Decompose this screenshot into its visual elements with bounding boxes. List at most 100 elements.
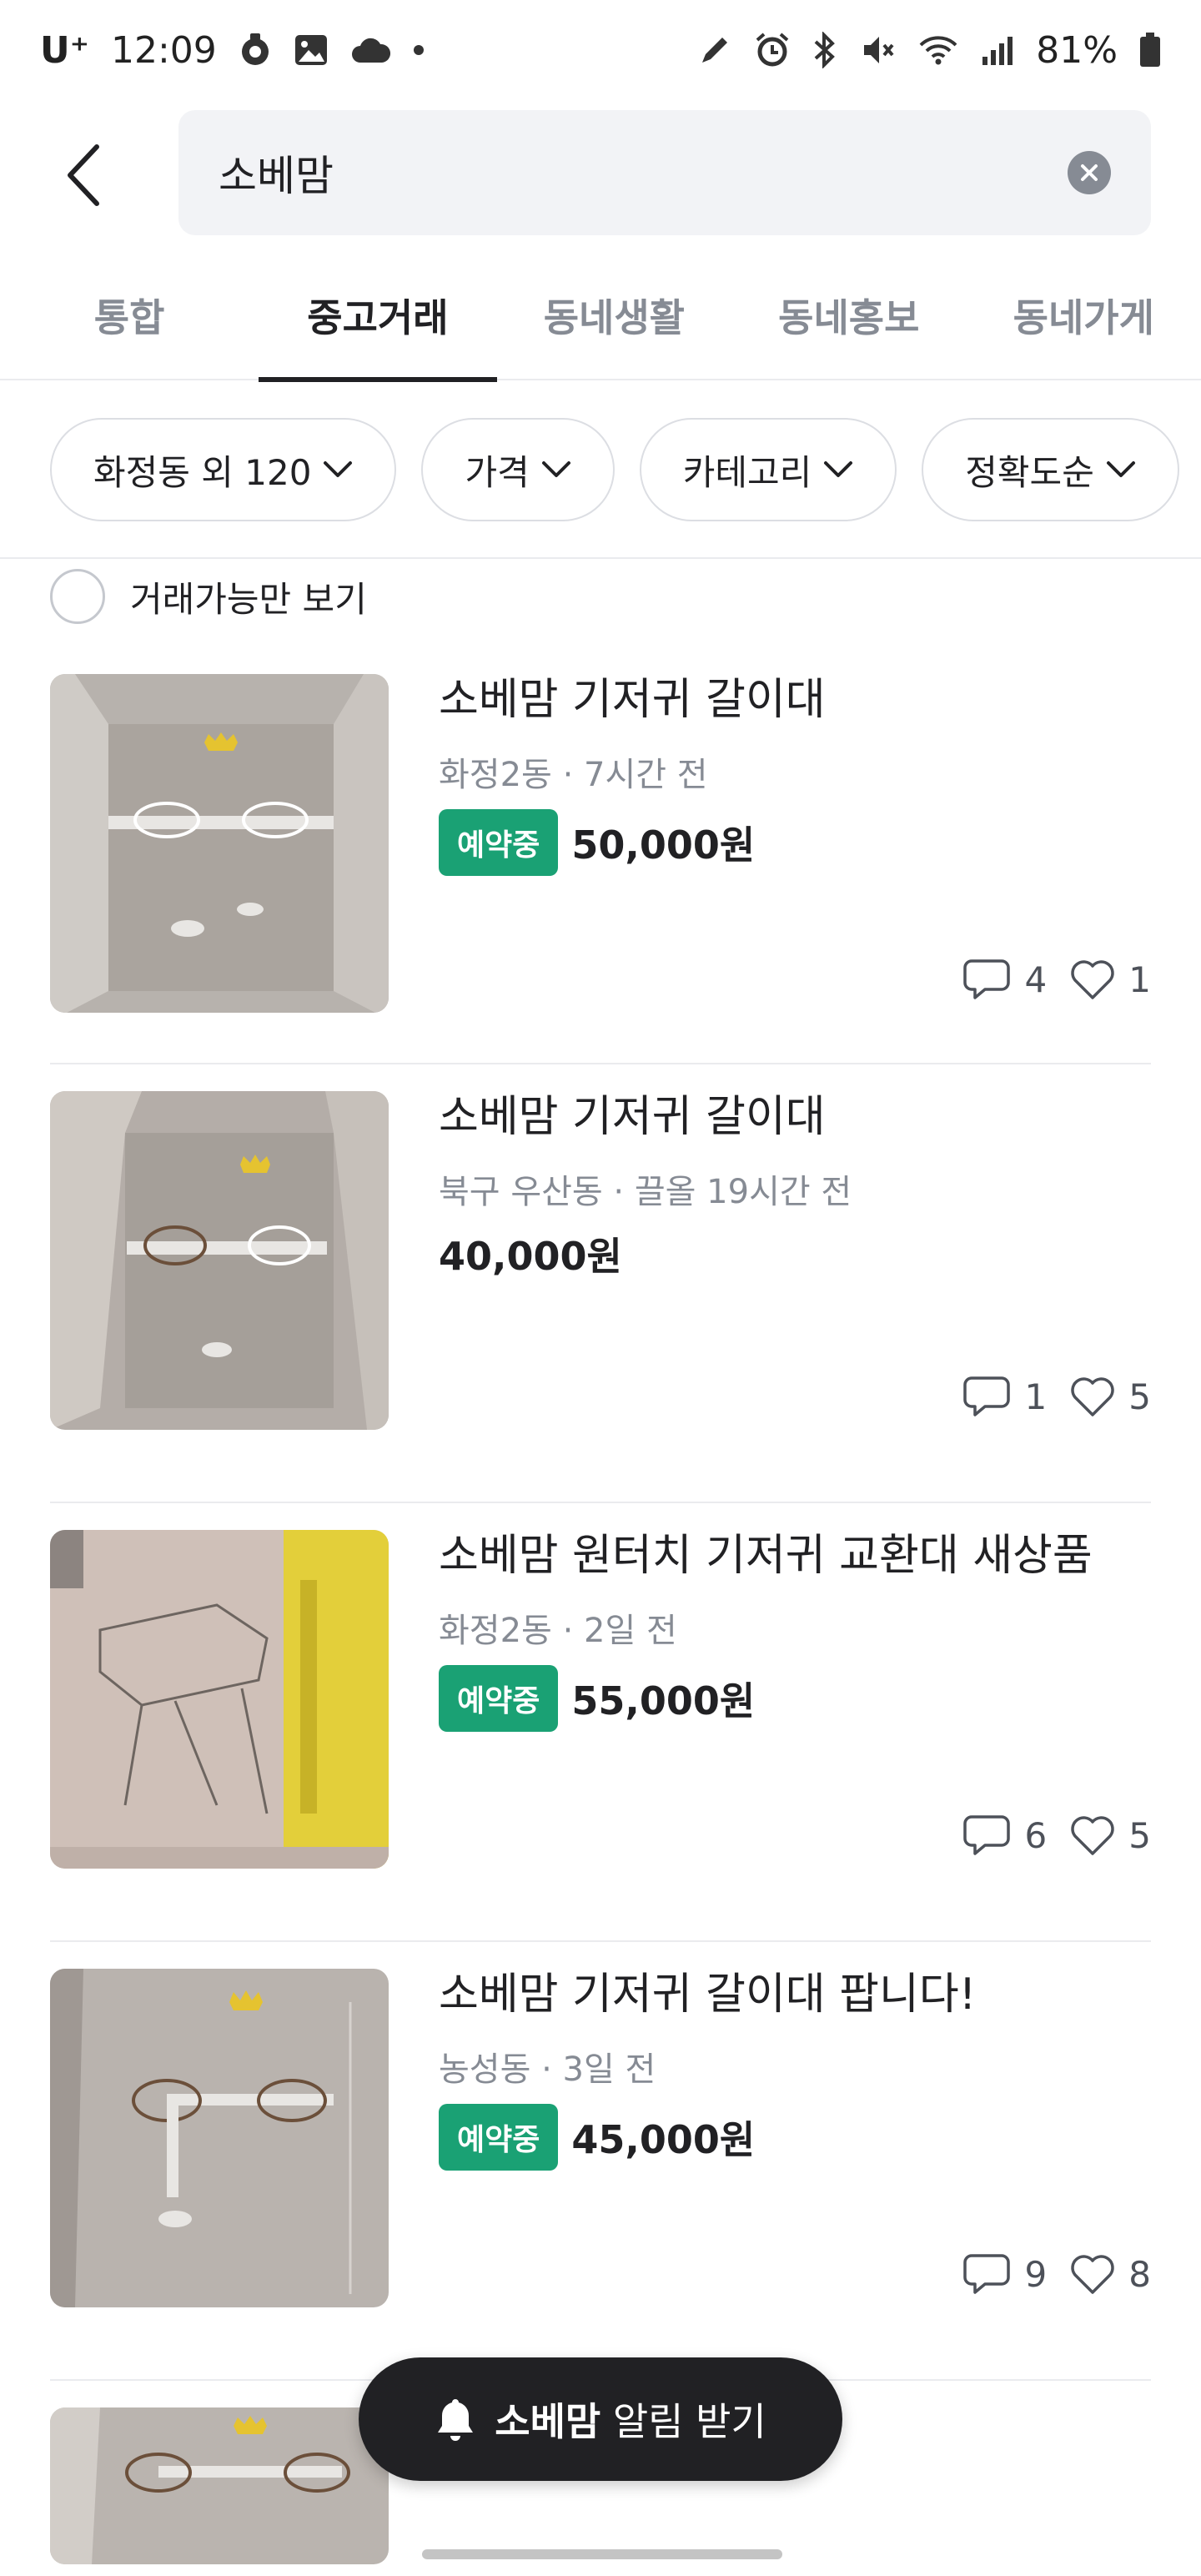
filter-sort[interactable]: 정확도순 <box>922 418 1179 521</box>
signal-icon <box>981 33 1014 67</box>
item-meta: 농성동 · 3일 전 <box>439 2050 656 2089</box>
keyword-alert-button[interactable]: 소베맘 알림 받기 <box>359 2357 842 2481</box>
item-info: 소베맘 기저귀 갈이대 북구 우산동 · 끌올 19시간 전 40,000원 <box>439 1089 1151 1281</box>
pen-icon <box>697 33 732 68</box>
item-title: 소베맘 기저귀 갈이대 <box>439 675 826 725</box>
filter-sort-label: 정확도순 <box>965 451 1094 493</box>
list-item[interactable]: 소베맘 원터치 기저귀 교환대 새상품 화정2동 · 2일 전 예약중 55,0… <box>50 1503 1151 1942</box>
like-count: 8 <box>1128 2253 1151 2295</box>
wifi-icon <box>917 33 959 67</box>
chevron-left-icon <box>68 144 99 206</box>
product-thumbnail <box>50 674 389 1013</box>
search-header: 소베맘 <box>0 100 1201 250</box>
list-item[interactable]: 소베맘 기저귀 갈이대 북구 우산동 · 끌올 19시간 전 40,000원 1… <box>50 1064 1151 1503</box>
chat-icon <box>962 1815 1010 1855</box>
available-only-toggle[interactable]: 거래가능만 보기 <box>50 567 367 626</box>
chat-icon <box>962 2254 1010 2294</box>
item-counts: 4 1 <box>962 956 1151 1003</box>
product-thumbnail <box>50 1091 389 1430</box>
dot-icon <box>412 43 425 57</box>
status-badge: 예약중 <box>439 2103 559 2171</box>
carrier-label: U⁺ <box>40 28 89 72</box>
search-input[interactable]: 소베맘 <box>178 110 1151 235</box>
item-price: 40,000원 <box>439 1233 622 1279</box>
filter-bar: 화정동 외 120 가격 카테고리 정확도순 <box>0 382 1201 559</box>
filter-category-label: 카테고리 <box>682 451 812 493</box>
list-item[interactable]: 소베맘 기저귀 갈이대 팝니다! 농성동 · 3일 전 예약중 45,000원 … <box>50 1942 1151 2381</box>
alarm-icon <box>754 32 791 68</box>
gallery-icon <box>294 33 329 67</box>
tab-all[interactable]: 통합 <box>50 250 209 380</box>
filter-location-label: 화정동 외 120 <box>93 451 312 493</box>
list-item[interactable]: 소베맘 기저귀 갈이대 화정2동 · 7시간 전 예약중 50,000원 4 1 <box>50 647 1151 1064</box>
product-thumbnail <box>50 2407 389 2564</box>
like-count: 5 <box>1128 1814 1151 1856</box>
clock: 12:09 <box>110 28 217 72</box>
status-badge: 예약중 <box>439 808 559 876</box>
available-only-label: 거래가능만 보기 <box>130 578 367 620</box>
search-query[interactable]: 소베맘 <box>219 143 1068 203</box>
price-row: 예약중 45,000원 <box>439 2103 1151 2171</box>
price-row: 예약중 55,000원 <box>439 1664 1151 1732</box>
item-info: 소베맘 기저귀 갈이대 팝니다! 농성동 · 3일 전 예약중 45,000원 <box>439 1967 1151 2171</box>
status-bar: U⁺ 12:09 81% <box>0 0 1201 100</box>
chevron-down-icon <box>1106 461 1135 477</box>
item-meta: 화정2동 · 2일 전 <box>439 1611 677 1650</box>
status-right: 81% <box>697 29 1161 72</box>
tab-used-trade[interactable]: 중고거래 <box>259 250 497 382</box>
cloud-icon <box>350 36 390 64</box>
back-button[interactable] <box>50 133 117 217</box>
chat-icon <box>962 1376 1010 1416</box>
item-info: 소베맘 원터치 기저귀 교환대 새상품 화정2동 · 2일 전 예약중 55,0… <box>439 1528 1151 1732</box>
heart-icon <box>1071 1816 1115 1855</box>
item-meta: 화정2동 · 7시간 전 <box>439 755 708 794</box>
comment-count: 4 <box>1024 958 1048 1000</box>
product-thumbnail <box>50 1530 389 1869</box>
alert-keyword: 소베맘 <box>495 2399 601 2444</box>
available-only-radio[interactable] <box>50 569 105 624</box>
item-counts: 1 5 <box>962 1373 1151 1420</box>
item-title: 소베맘 기저귀 갈이대 <box>439 1092 826 1142</box>
result-list: 소베맘 기저귀 갈이대 화정2동 · 7시간 전 예약중 50,000원 4 1 <box>50 647 1151 2564</box>
home-indicator[interactable] <box>422 2549 782 2559</box>
item-info: 소베맘 기저귀 갈이대 화정2동 · 7시간 전 예약중 50,000원 <box>439 672 1151 876</box>
clear-search-button[interactable] <box>1068 151 1111 194</box>
filter-category[interactable]: 카테고리 <box>639 418 897 521</box>
item-price: 55,000원 <box>571 1678 756 1723</box>
item-meta: 북구 우산동 · 끌올 19시간 전 <box>439 1172 852 1211</box>
filter-price[interactable]: 가격 <box>421 418 615 521</box>
search-tabs: 통합 중고거래 동네생활 동네홍보 동네가게 <box>0 250 1201 382</box>
comment-count: 9 <box>1024 2253 1048 2295</box>
bluetooth-icon <box>812 32 837 68</box>
chevron-down-icon <box>324 461 353 477</box>
heart-icon <box>1071 2255 1115 2294</box>
status-left: U⁺ 12:09 <box>40 29 425 72</box>
heart-icon <box>1071 960 1115 999</box>
chevron-down-icon <box>541 461 570 477</box>
filter-location[interactable]: 화정동 외 120 <box>50 418 397 521</box>
product-thumbnail <box>50 1969 389 2307</box>
item-counts: 6 5 <box>962 1812 1151 1859</box>
shield-icon <box>239 32 272 68</box>
tab-stores[interactable]: 동네가게 <box>967 250 1201 380</box>
like-count: 1 <box>1128 958 1151 1000</box>
battery-percent: 81% <box>1036 28 1118 72</box>
bell-icon <box>438 2399 474 2441</box>
item-title: 소베맘 기저귀 갈이대 팝니다! <box>439 1970 977 2020</box>
tab-community[interactable]: 동네생활 <box>497 250 731 380</box>
chat-icon <box>962 959 1010 999</box>
filter-price-label: 가격 <box>465 451 530 493</box>
chevron-down-icon <box>824 461 853 477</box>
price-row: 예약중 50,000원 <box>439 808 1151 876</box>
comment-count: 1 <box>1024 1376 1048 1417</box>
price-row: 40,000원 <box>439 1226 1151 1281</box>
heart-icon <box>1071 1377 1115 1416</box>
like-count: 5 <box>1128 1376 1151 1417</box>
status-badge: 예약중 <box>439 1664 559 1732</box>
item-title: 소베맘 원터치 기저귀 교환대 새상품 <box>439 1531 1093 1581</box>
tab-promotion[interactable]: 동네홍보 <box>731 250 966 380</box>
comment-count: 6 <box>1024 1814 1048 1856</box>
item-counts: 9 8 <box>962 2251 1151 2297</box>
item-price: 50,000원 <box>571 822 756 868</box>
alert-label: 알림 받기 <box>612 2399 766 2444</box>
